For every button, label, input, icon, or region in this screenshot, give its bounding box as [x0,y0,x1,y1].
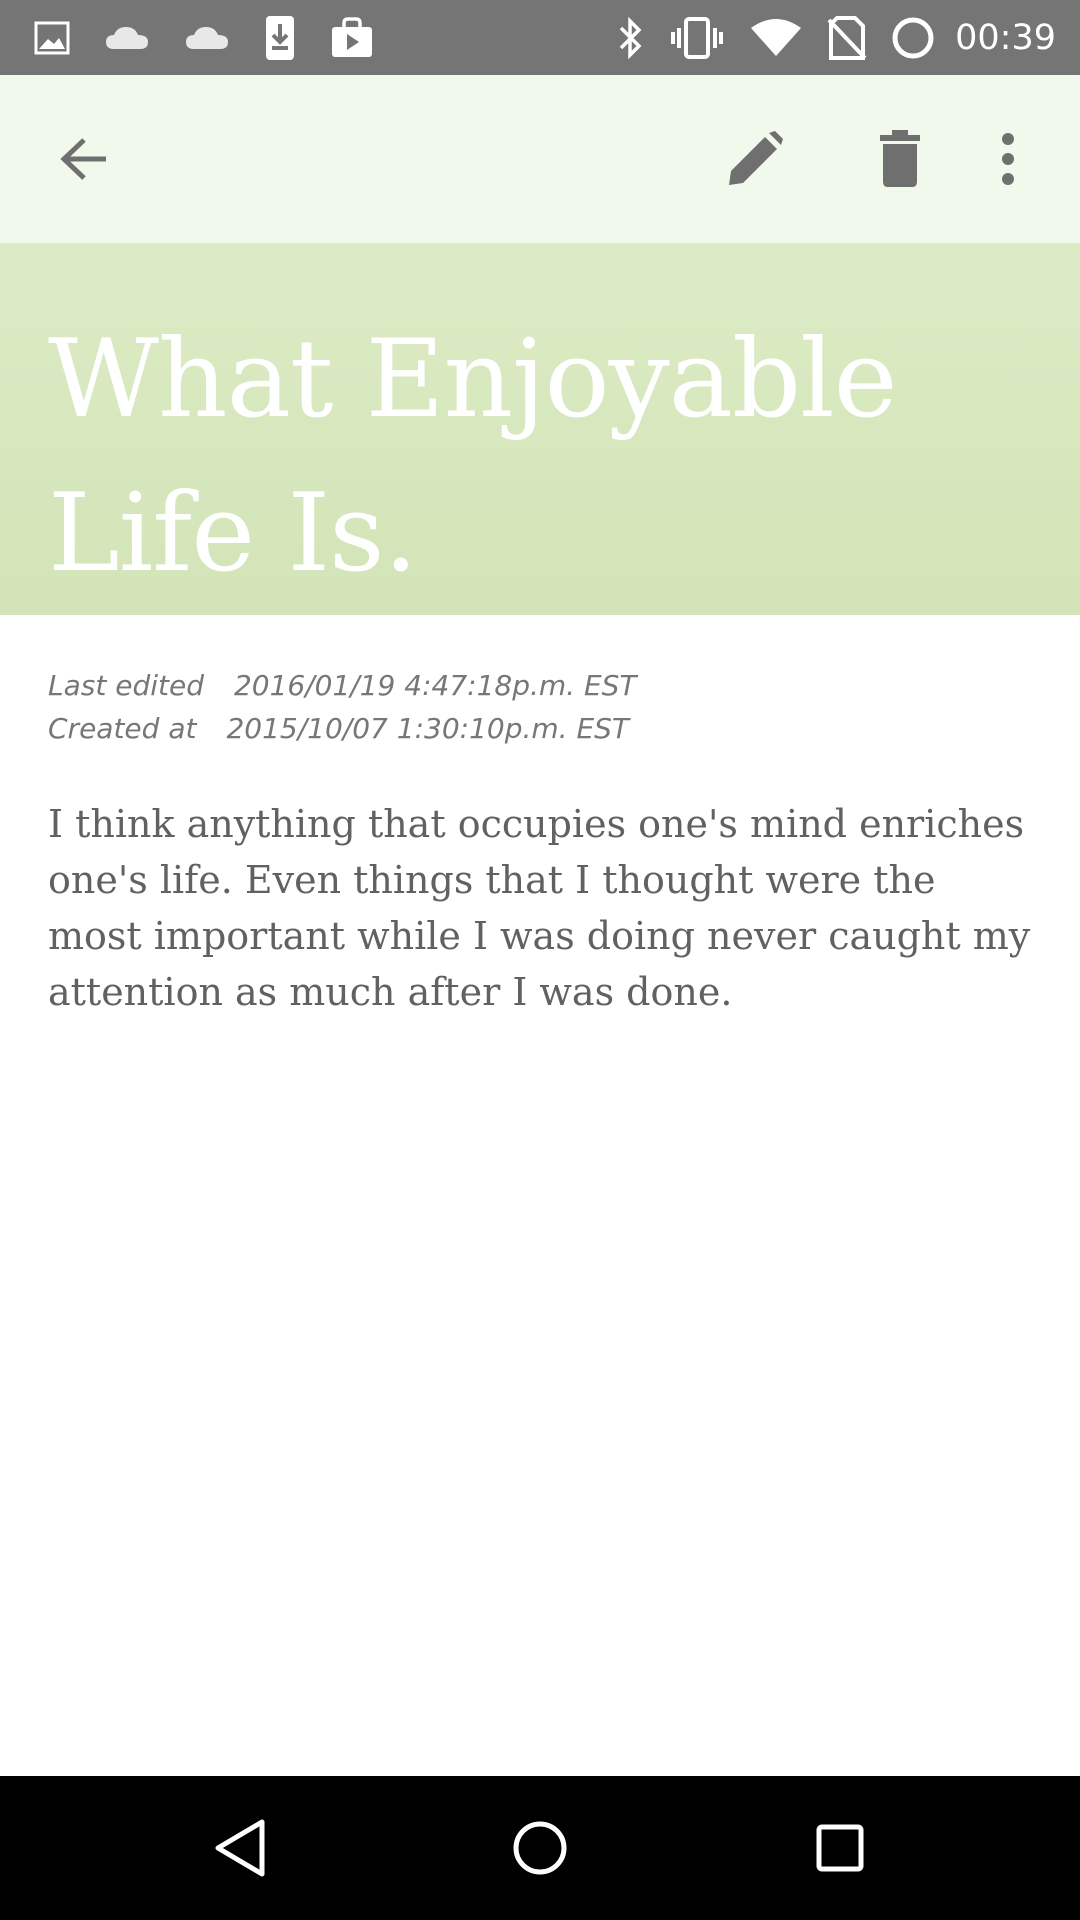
nav-back-icon [215,1819,265,1877]
gallery-icon [34,21,70,55]
nav-back-button[interactable] [190,1798,290,1898]
status-left-icons [34,14,408,62]
nav-home-button[interactable] [490,1798,590,1898]
delete-icon [880,130,920,187]
status-bar: 00:39 [0,0,1080,75]
nav-recents-button[interactable] [790,1798,890,1898]
note-title: What Enjoyable Life Is. [48,317,898,596]
nav-recents-icon [816,1824,864,1872]
note-metadata: Last edited 2016/01/19 4:47:18p.m. EST C… [48,664,637,750]
status-right-icons: 00:39 [591,15,1056,60]
circle-indicator-icon [891,16,935,60]
download-icon [264,14,296,62]
bluetooth-icon [615,16,645,60]
delete-button[interactable] [850,75,950,243]
created-at-label: Created at [48,712,197,745]
note-body: I think anything that occupies one's min… [48,802,1031,1014]
edit-icon [729,131,783,185]
status-time: 00:39 [955,17,1056,58]
cloud-icon [104,25,150,51]
last-edited-label: Last edited [48,669,204,702]
created-at-row: Created at 2015/10/07 1:30:10p.m. EST [48,707,637,750]
cloud-icon [184,25,230,51]
title-banner: What Enjoyable Life Is. [0,243,1080,615]
created-at-value: 2015/10/07 1:30:10p.m. EST [226,712,630,745]
more-vert-icon [1002,133,1014,185]
navigation-bar [0,1776,1080,1920]
arrow-back-icon [60,138,106,180]
more-options-button[interactable] [958,75,1058,243]
toolbar [0,75,1080,243]
wifi-icon [749,18,803,58]
note-detail-screen: 00:39 What Enjoyable Life Is. Last edite… [0,0,1080,1920]
last-edited-row: Last edited 2016/01/19 4:47:18p.m. EST [48,664,637,707]
last-edited-value: 2016/01/19 4:47:18p.m. EST [233,669,637,702]
play-store-icon [330,16,374,59]
edit-button[interactable] [705,75,805,243]
back-button[interactable] [34,75,134,243]
nav-home-icon [513,1821,567,1875]
vibrate-icon [669,16,725,60]
no-sim-icon [827,15,867,60]
